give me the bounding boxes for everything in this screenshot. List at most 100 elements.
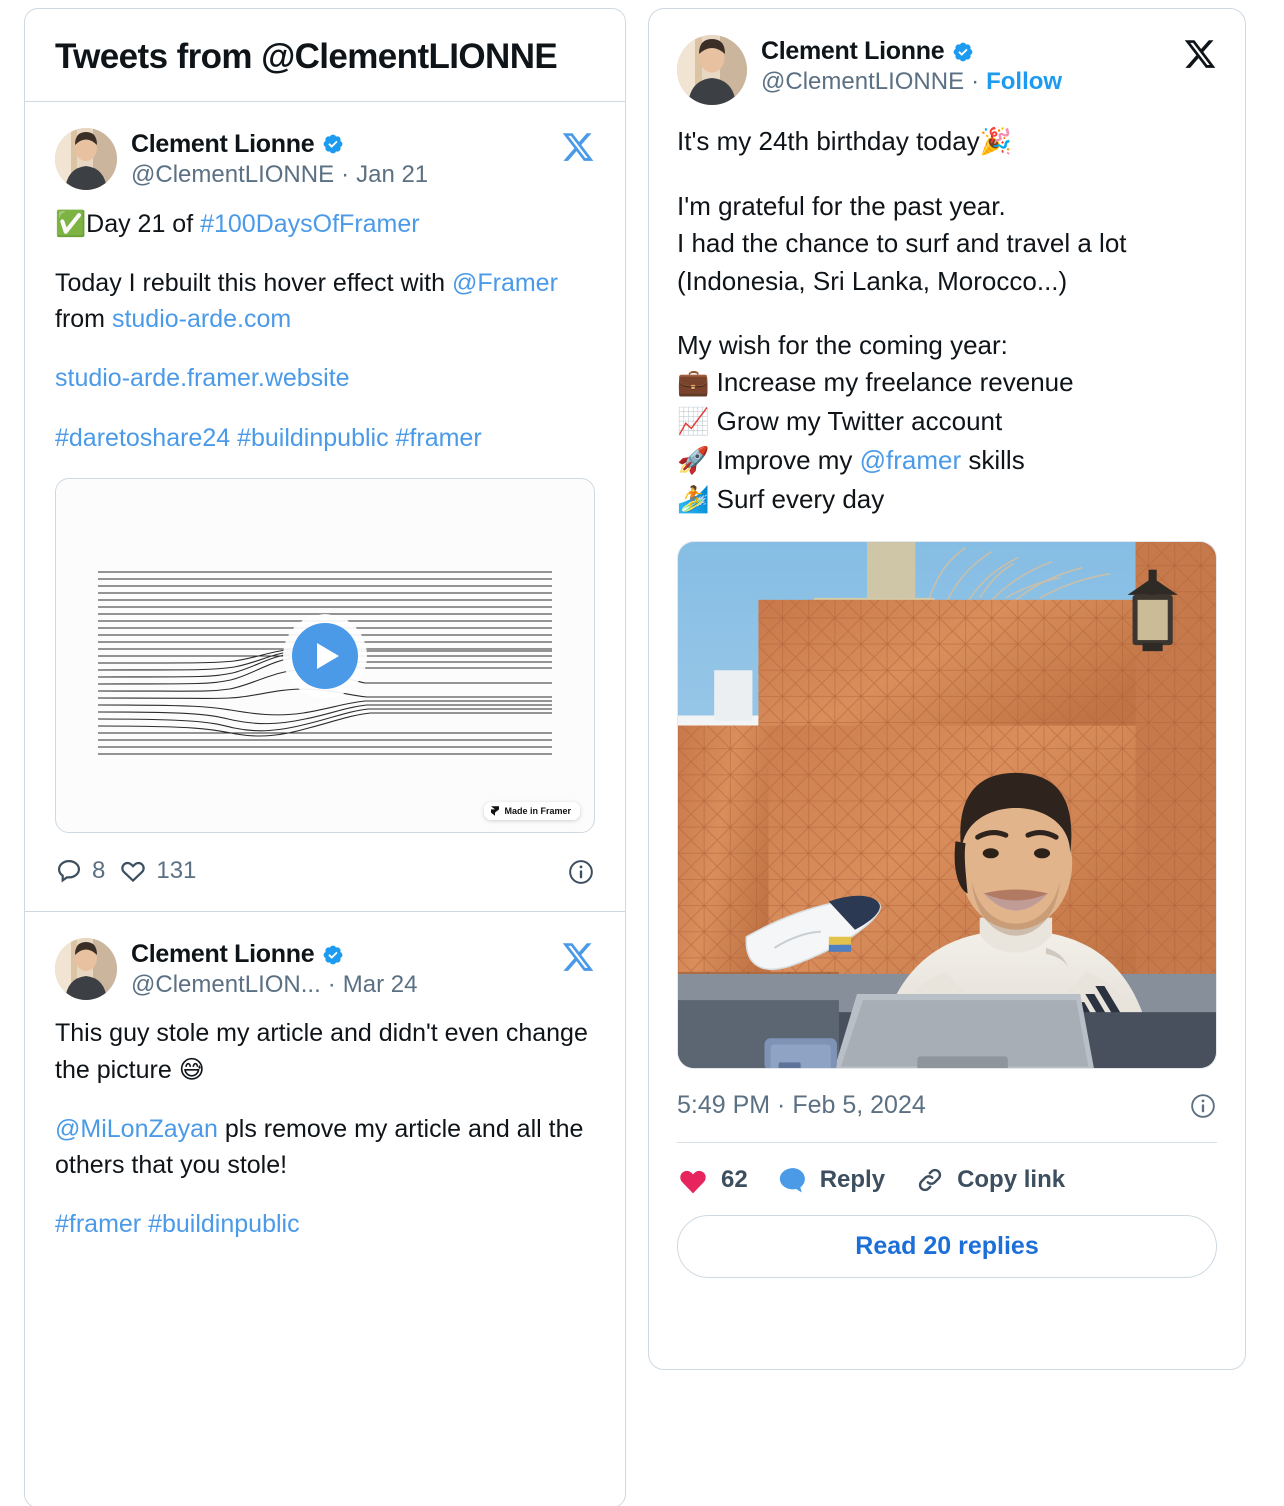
copy-link-label: Copy link bbox=[957, 1166, 1066, 1194]
tweet-line-2-a: Today I rebuilt this hover effect with bbox=[55, 269, 452, 298]
mention-framer[interactable]: @framer bbox=[860, 445, 962, 475]
tweet-line-1: This guy stole my article and didn't eve… bbox=[55, 1016, 595, 1088]
gratitude-paragraph: I'm grateful for the past year. I had th… bbox=[677, 188, 1217, 301]
reply-action[interactable]: 8 bbox=[55, 857, 105, 885]
tweet-text: ✅Day 21 of #100DaysOfFramer Today I rebu… bbox=[55, 206, 595, 457]
hashtag-group[interactable]: #framer #buildinpublic bbox=[55, 1210, 300, 1238]
tweet-timestamp: 5:49 PM · Feb 5, 2024 bbox=[677, 1091, 926, 1120]
tweet-line-3: studio-arde.framer.website bbox=[55, 361, 595, 397]
tweet-line-2: @MiLonZayan pls remove my article and al… bbox=[55, 1112, 595, 1183]
single-tweet-card: Clement Lionne @ClementLIONNE · Follow I… bbox=[648, 8, 1246, 1370]
wish-item-surf: 🏄 Surf every day bbox=[677, 481, 1217, 520]
gratitude-line-2: I had the chance to surf and travel a lo… bbox=[677, 228, 1127, 259]
wish-item-revenue: 💼 Increase my freelance revenue bbox=[677, 364, 1217, 403]
tweet-line-1-text: Day 21 of bbox=[86, 209, 201, 238]
link-icon bbox=[918, 1169, 942, 1192]
info-icon[interactable] bbox=[1189, 1092, 1217, 1120]
mention-framer[interactable]: @Framer bbox=[452, 269, 558, 297]
tweet-header: Clement Lionne @ClementLIONNE · Jan 21 bbox=[55, 127, 595, 190]
timeline-tweet-1[interactable]: Clement Lionne @ClementLIONNE · Jan 21 ✅… bbox=[25, 102, 625, 913]
surfer-emoji: 🏄 bbox=[677, 484, 710, 515]
rocket-emoji: 🚀 bbox=[677, 445, 710, 476]
tweet-line-4: #daretoshare24 #buildinpublic #framer bbox=[55, 421, 595, 457]
made-in-framer-label: Made in Framer bbox=[504, 806, 571, 817]
author-name-row: Clement Lionne bbox=[761, 37, 1062, 66]
grinning-sweat-emoji: 😅 bbox=[178, 1054, 205, 1084]
tweet-text: It's my 24th birthday today🎉 I'm gratefu… bbox=[677, 123, 1217, 519]
wish-item-framer-before: Improve my bbox=[716, 444, 860, 475]
chart-increasing-emoji: 📈 bbox=[677, 407, 710, 438]
tweet-author: Clement Lionne @ClementLION... · Mar 24 bbox=[131, 938, 417, 999]
play-button[interactable] bbox=[292, 622, 358, 689]
separator-dot: · bbox=[327, 971, 336, 999]
tweet-header: Clement Lionne @ClementLIONNE · Follow bbox=[677, 35, 1217, 105]
reply-bubble-icon bbox=[779, 1168, 805, 1193]
wish-item-framer-after: skills bbox=[961, 444, 1025, 475]
gratitude-line-1: I'm grateful for the past year. bbox=[677, 190, 1006, 221]
author-handle[interactable]: @ClementLIONNE bbox=[761, 68, 964, 96]
tweet-photo[interactable]: adidas bbox=[677, 541, 1217, 1070]
author-handle[interactable]: @ClementLIONNE bbox=[131, 161, 334, 189]
author-name-row: Clement Lionne bbox=[131, 940, 417, 969]
separator-dot: · bbox=[971, 68, 980, 95]
tweet-date[interactable]: Mar 24 bbox=[343, 971, 418, 999]
tweet-bottom-actions: 62 Reply Copy link bbox=[677, 1143, 1217, 1215]
author-display-name: Clement Lionne bbox=[761, 37, 945, 65]
avatar[interactable] bbox=[55, 938, 117, 1001]
like-count: 62 bbox=[721, 1166, 748, 1194]
wish-item-twitter-label: Grow my Twitter account bbox=[716, 406, 1003, 437]
x-logo-icon[interactable] bbox=[1183, 37, 1217, 71]
wish-intro: My wish for the coming year: bbox=[677, 329, 1008, 360]
x-logo-icon[interactable] bbox=[561, 130, 595, 164]
tweet-actions: 8 131 bbox=[55, 833, 595, 911]
timeline-tweet-2[interactable]: Clement Lionne @ClementLION... · Mar 24 bbox=[25, 912, 625, 1243]
reply-action[interactable]: Reply bbox=[778, 1166, 885, 1194]
embedded-tweets-page: Tweets from @ClementLIONNE Clement Lionn… bbox=[0, 0, 1284, 1506]
tweet-text: This guy stole my article and didn't eve… bbox=[55, 1016, 595, 1243]
follow-button[interactable]: Follow bbox=[986, 68, 1062, 96]
reply-icon bbox=[57, 860, 81, 883]
tweet-line-2-b: from bbox=[55, 304, 112, 333]
mention-milonzayan[interactable]: @MiLonZayan bbox=[55, 1115, 218, 1143]
copy-link-action[interactable]: Copy link bbox=[915, 1165, 1065, 1195]
made-in-framer-badge[interactable]: Made in Framer bbox=[484, 802, 580, 821]
hashtag-group[interactable]: #daretoshare24 #buildinpublic #framer bbox=[55, 424, 482, 452]
timeline-header: Tweets from @ClementLIONNE bbox=[25, 9, 625, 102]
link-studio-arde-framer-website[interactable]: studio-arde.framer.website bbox=[55, 364, 350, 392]
author-handle[interactable]: @ClementLION... bbox=[131, 971, 321, 999]
hashtag-100daysofframer[interactable]: #100DaysOfFramer bbox=[200, 210, 420, 238]
tweet-author: Clement Lionne @ClementLIONNE · Follow bbox=[761, 35, 1062, 96]
like-action[interactable]: 131 bbox=[119, 857, 196, 885]
tweet-line-1: ✅Day 21 of #100DaysOfFramer bbox=[55, 206, 595, 243]
tweet-line-3: #framer #buildinpublic bbox=[55, 1207, 595, 1243]
tweet-line-1-text: This guy stole my article and didn't eve… bbox=[55, 1019, 588, 1084]
like-count: 131 bbox=[156, 857, 197, 885]
reply-count: 8 bbox=[92, 857, 106, 885]
wish-item-twitter: 📈 Grow my Twitter account bbox=[677, 403, 1217, 442]
wish-item-framer: 🚀 Improve my @framer skills bbox=[677, 442, 1217, 481]
info-icon[interactable] bbox=[567, 858, 595, 886]
read-replies-button[interactable]: Read 20 replies bbox=[677, 1215, 1217, 1279]
page-title: Tweets from @ClementLIONNE bbox=[55, 37, 558, 76]
play-icon bbox=[317, 642, 339, 669]
framer-logo-icon bbox=[491, 806, 500, 817]
wish-item-revenue-label: Increase my freelance revenue bbox=[716, 367, 1074, 398]
video-embed[interactable]: Made in Framer bbox=[55, 478, 595, 834]
tweets-timeline-card: Tweets from @ClementLIONNE Clement Lionn… bbox=[24, 8, 626, 1506]
briefcase-emoji: 💼 bbox=[677, 368, 710, 399]
reply-label: Reply bbox=[819, 1166, 886, 1194]
like-action[interactable]: 62 bbox=[677, 1165, 748, 1195]
link-studio-arde-com[interactable]: studio-arde.com bbox=[112, 305, 291, 333]
tweet-meta: 5:49 PM · Feb 5, 2024 bbox=[677, 1091, 1217, 1144]
heart-icon bbox=[680, 1171, 706, 1194]
author-handle-row: @ClementLIONNE · Follow bbox=[761, 68, 1062, 96]
verified-badge-icon bbox=[322, 944, 344, 966]
verified-badge-icon bbox=[322, 133, 344, 155]
x-logo-icon[interactable] bbox=[561, 940, 595, 974]
author-handle-row: @ClementLION... · Mar 24 bbox=[131, 971, 417, 999]
tweet-header: Clement Lionne @ClementLION... · Mar 24 bbox=[55, 938, 595, 1001]
avatar[interactable] bbox=[55, 127, 117, 190]
tweet-date[interactable]: Jan 21 bbox=[356, 161, 428, 189]
verified-badge-icon bbox=[952, 41, 974, 63]
avatar[interactable] bbox=[677, 35, 747, 105]
